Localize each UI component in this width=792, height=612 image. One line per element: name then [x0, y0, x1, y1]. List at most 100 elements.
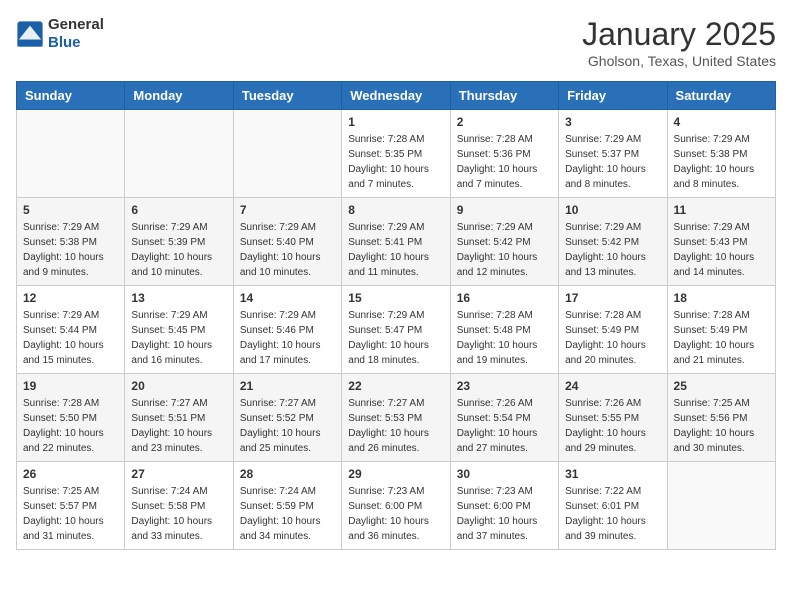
location: Gholson, Texas, United States [582, 53, 776, 69]
day-info: Sunrise: 7:29 AM Sunset: 5:37 PM Dayligh… [565, 132, 660, 192]
calendar-cell: 7 Sunrise: 7:29 AM Sunset: 5:40 PM Daylig… [233, 198, 341, 286]
day-number: 1 [348, 115, 443, 129]
day-number: 9 [457, 203, 552, 217]
day-number: 2 [457, 115, 552, 129]
day-number: 18 [674, 291, 769, 305]
calendar-cell: 31 Sunrise: 7:22 AM Sunset: 6:01 PM Dayli… [559, 462, 667, 550]
calendar-cell: 21Sunrise: 7:27 AM Sunset: 5:52 PM Dayli… [233, 374, 341, 462]
day-number: 31 [565, 467, 660, 481]
day-info: Sunrise: 7:23 AM Sunset: 6:00 PM Dayligh… [348, 484, 443, 544]
day-info: Sunrise: 7:28 AM Sunset: 5:50 PM Dayligh… [23, 396, 118, 456]
day-info: Sunrise: 7:28 AM Sunset: 5:36 PM Dayligh… [457, 132, 552, 192]
weekday-header: Monday [125, 82, 233, 110]
logo-text: General Blue [48, 16, 104, 52]
day-info: Sunrise: 7:29 AM Sunset: 5:43 PM Dayligh… [674, 220, 769, 280]
day-info: Sunrise: 7:29 AM Sunset: 5:46 PM Dayligh… [240, 308, 335, 368]
day-info: Sunrise: 7:27 AM Sunset: 5:51 PM Dayligh… [131, 396, 226, 456]
day-number: 16 [457, 291, 552, 305]
calendar-cell: 25Sunrise: 7:25 AM Sunset: 5:56 PM Dayli… [667, 374, 775, 462]
calendar-cell: 30 Sunrise: 7:23 AM Sunset: 6:00 PM Dayli… [450, 462, 558, 550]
title-block: January 2025 Gholson, Texas, United Stat… [582, 16, 776, 69]
calendar-cell: 19Sunrise: 7:28 AM Sunset: 5:50 PM Dayli… [17, 374, 125, 462]
day-info: Sunrise: 7:29 AM Sunset: 5:42 PM Dayligh… [457, 220, 552, 280]
weekday-header: Wednesday [342, 82, 450, 110]
calendar-cell: 6 Sunrise: 7:29 AM Sunset: 5:39 PM Daylig… [125, 198, 233, 286]
day-number: 30 [457, 467, 552, 481]
day-number: 12 [23, 291, 118, 305]
day-number: 27 [131, 467, 226, 481]
calendar-table: SundayMondayTuesdayWednesdayThursdayFrid… [16, 81, 776, 550]
calendar-cell: 28Sunrise: 7:24 AM Sunset: 5:59 PM Dayli… [233, 462, 341, 550]
calendar-cell: 29 Sunrise: 7:23 AM Sunset: 6:00 PM Dayli… [342, 462, 450, 550]
day-info: Sunrise: 7:28 AM Sunset: 5:49 PM Dayligh… [565, 308, 660, 368]
day-info: Sunrise: 7:27 AM Sunset: 5:52 PM Dayligh… [240, 396, 335, 456]
calendar-cell: 4 Sunrise: 7:29 AM Sunset: 5:38 PM Daylig… [667, 110, 775, 198]
day-info: Sunrise: 7:29 AM Sunset: 5:47 PM Dayligh… [348, 308, 443, 368]
day-number: 29 [348, 467, 443, 481]
calendar-week-row: 12 Sunrise: 7:29 AM Sunset: 5:44 PM Dayli… [17, 286, 776, 374]
calendar-cell: 12 Sunrise: 7:29 AM Sunset: 5:44 PM Dayli… [17, 286, 125, 374]
weekday-header: Saturday [667, 82, 775, 110]
day-number: 10 [565, 203, 660, 217]
day-info: Sunrise: 7:29 AM Sunset: 5:40 PM Dayligh… [240, 220, 335, 280]
day-info: Sunrise: 7:29 AM Sunset: 5:44 PM Dayligh… [23, 308, 118, 368]
calendar-cell: 3 Sunrise: 7:29 AM Sunset: 5:37 PM Daylig… [559, 110, 667, 198]
day-number: 24 [565, 379, 660, 393]
weekday-header: Thursday [450, 82, 558, 110]
calendar-cell: 27 Sunrise: 7:24 AM Sunset: 5:58 PM Dayli… [125, 462, 233, 550]
day-number: 11 [674, 203, 769, 217]
day-info: Sunrise: 7:28 AM Sunset: 5:49 PM Dayligh… [674, 308, 769, 368]
day-info: Sunrise: 7:29 AM Sunset: 5:42 PM Dayligh… [565, 220, 660, 280]
calendar-cell [125, 110, 233, 198]
day-number: 23 [457, 379, 552, 393]
day-number: 4 [674, 115, 769, 129]
calendar-week-row: 1 Sunrise: 7:28 AM Sunset: 5:35 PM Daylig… [17, 110, 776, 198]
day-info: Sunrise: 7:24 AM Sunset: 5:59 PM Dayligh… [240, 484, 335, 544]
calendar-week-row: 5Sunrise: 7:29 AM Sunset: 5:38 PM Daylig… [17, 198, 776, 286]
calendar-cell: 8Sunrise: 7:29 AM Sunset: 5:41 PM Daylig… [342, 198, 450, 286]
day-info: Sunrise: 7:23 AM Sunset: 6:00 PM Dayligh… [457, 484, 552, 544]
calendar-cell: 1 Sunrise: 7:28 AM Sunset: 5:35 PM Daylig… [342, 110, 450, 198]
calendar-cell: 15 Sunrise: 7:29 AM Sunset: 5:47 PM Dayli… [342, 286, 450, 374]
calendar-cell: 20 Sunrise: 7:27 AM Sunset: 5:51 PM Dayli… [125, 374, 233, 462]
day-number: 20 [131, 379, 226, 393]
day-number: 7 [240, 203, 335, 217]
weekday-header-row: SundayMondayTuesdayWednesdayThursdayFrid… [17, 82, 776, 110]
day-number: 6 [131, 203, 226, 217]
calendar-week-row: 19Sunrise: 7:28 AM Sunset: 5:50 PM Dayli… [17, 374, 776, 462]
calendar-cell: 24Sunrise: 7:26 AM Sunset: 5:55 PM Dayli… [559, 374, 667, 462]
calendar-cell: 18 Sunrise: 7:28 AM Sunset: 5:49 PM Dayli… [667, 286, 775, 374]
logo: General Blue [16, 16, 104, 52]
day-number: 3 [565, 115, 660, 129]
calendar-cell: 9 Sunrise: 7:29 AM Sunset: 5:42 PM Daylig… [450, 198, 558, 286]
calendar-cell: 26 Sunrise: 7:25 AM Sunset: 5:57 PM Dayli… [17, 462, 125, 550]
day-number: 15 [348, 291, 443, 305]
day-info: Sunrise: 7:24 AM Sunset: 5:58 PM Dayligh… [131, 484, 226, 544]
day-number: 22 [348, 379, 443, 393]
calendar-cell: 22Sunrise: 7:27 AM Sunset: 5:53 PM Dayli… [342, 374, 450, 462]
day-number: 26 [23, 467, 118, 481]
calendar-cell [233, 110, 341, 198]
calendar-cell: 2 Sunrise: 7:28 AM Sunset: 5:36 PM Daylig… [450, 110, 558, 198]
day-number: 5 [23, 203, 118, 217]
calendar-cell [667, 462, 775, 550]
day-info: Sunrise: 7:29 AM Sunset: 5:45 PM Dayligh… [131, 308, 226, 368]
day-info: Sunrise: 7:29 AM Sunset: 5:39 PM Dayligh… [131, 220, 226, 280]
day-number: 8 [348, 203, 443, 217]
month-title: January 2025 [582, 16, 776, 53]
weekday-header: Friday [559, 82, 667, 110]
day-info: Sunrise: 7:28 AM Sunset: 5:35 PM Dayligh… [348, 132, 443, 192]
logo-icon [16, 20, 44, 48]
day-info: Sunrise: 7:26 AM Sunset: 5:54 PM Dayligh… [457, 396, 552, 456]
calendar-cell: 10 Sunrise: 7:29 AM Sunset: 5:42 PM Dayli… [559, 198, 667, 286]
calendar-cell [17, 110, 125, 198]
weekday-header: Sunday [17, 82, 125, 110]
calendar-cell: 23 Sunrise: 7:26 AM Sunset: 5:54 PM Dayli… [450, 374, 558, 462]
page-header: General Blue January 2025 Gholson, Texas… [16, 16, 776, 69]
day-info: Sunrise: 7:25 AM Sunset: 5:57 PM Dayligh… [23, 484, 118, 544]
calendar-week-row: 26 Sunrise: 7:25 AM Sunset: 5:57 PM Dayli… [17, 462, 776, 550]
day-number: 14 [240, 291, 335, 305]
day-info: Sunrise: 7:22 AM Sunset: 6:01 PM Dayligh… [565, 484, 660, 544]
calendar-cell: 16Sunrise: 7:28 AM Sunset: 5:48 PM Dayli… [450, 286, 558, 374]
day-info: Sunrise: 7:29 AM Sunset: 5:38 PM Dayligh… [674, 132, 769, 192]
